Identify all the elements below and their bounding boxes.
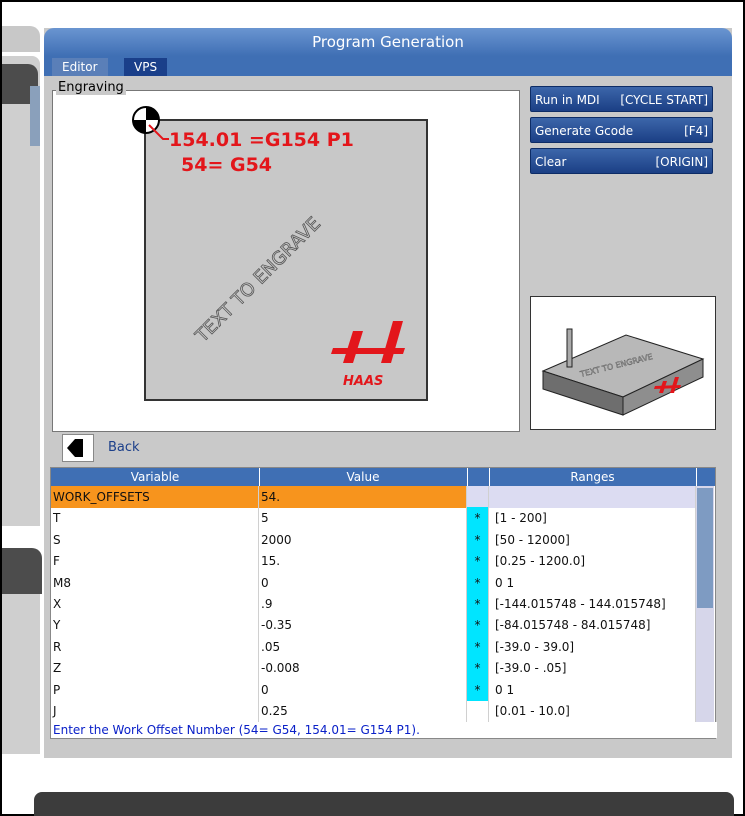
- table-row[interactable]: T 5 * [1 - 200]: [51, 507, 696, 530]
- window-title: Program Generation: [44, 28, 732, 56]
- left-window-panel-2: [2, 594, 40, 754]
- table-header: Variable Value Ranges: [51, 468, 715, 486]
- variable-cell[interactable]: P: [51, 678, 259, 701]
- left-window-scrollbar[interactable]: [30, 86, 40, 146]
- variable-cell[interactable]: J: [51, 700, 259, 722]
- required-flag-cell[interactable]: *: [467, 657, 489, 680]
- generate-gcode-key: [F4]: [684, 124, 708, 138]
- variable-cell[interactable]: F: [51, 550, 259, 573]
- clear-button[interactable]: Clear [ORIGIN]: [530, 148, 713, 174]
- range-cell[interactable]: [50 - 12000]: [489, 528, 696, 551]
- range-cell[interactable]: [-84.015748 - 84.015748]: [489, 614, 696, 637]
- generate-gcode-button[interactable]: Generate Gcode [F4]: [530, 117, 713, 143]
- range-cell[interactable]: 0 1: [489, 678, 696, 701]
- range-cell[interactable]: [489, 486, 696, 508]
- generate-gcode-label: Generate Gcode: [535, 124, 634, 138]
- variable-cell[interactable]: S: [51, 528, 259, 551]
- required-flag-cell[interactable]: *: [467, 507, 489, 530]
- table-row[interactable]: X .9 * [-144.015748 - 144.015748]: [51, 593, 696, 615]
- table-row[interactable]: WORK_OFFSETS 54.: [51, 486, 696, 508]
- variable-cell[interactable]: Z: [51, 657, 259, 680]
- range-cell[interactable]: 0 1: [489, 571, 696, 594]
- required-flag-cell[interactable]: [467, 700, 489, 722]
- engraving-canvas: 154.01 =G154 P1 54= G54 TEXT TO ENGRAVE …: [52, 90, 520, 432]
- variable-cell[interactable]: R: [51, 635, 259, 658]
- value-cell[interactable]: 5: [259, 507, 467, 530]
- tab-editor[interactable]: Editor: [52, 58, 108, 76]
- required-flag-cell[interactable]: *: [467, 635, 489, 658]
- preview-3d: TEXT TO ENGRAVE: [530, 296, 716, 430]
- table-row[interactable]: Y -0.35 * [-84.015748 - 84.015748]: [51, 614, 696, 637]
- left-window-header-2[interactable]: [2, 548, 42, 594]
- origin-marker-icon: [132, 106, 160, 134]
- value-cell[interactable]: 0: [259, 571, 467, 594]
- required-flag-cell[interactable]: *: [467, 528, 489, 551]
- range-cell[interactable]: [-39.0 - .05]: [489, 657, 696, 680]
- table-row[interactable]: F 15. * [0.25 - 1200.0]: [51, 550, 696, 573]
- variable-cell[interactable]: Y: [51, 614, 259, 637]
- value-cell[interactable]: 0: [259, 678, 467, 701]
- bottom-window-bar[interactable]: [34, 792, 734, 816]
- tool-icon: [566, 328, 573, 368]
- value-cell[interactable]: .05: [259, 635, 467, 658]
- table-row[interactable]: Z -0.008 * [-39.0 - .05]: [51, 657, 696, 680]
- header-ranges[interactable]: Ranges: [489, 468, 697, 486]
- required-flag-cell[interactable]: *: [467, 614, 489, 637]
- value-cell[interactable]: -0.008: [259, 657, 467, 680]
- variable-cell[interactable]: M8: [51, 571, 259, 594]
- run-in-mdi-key: [CYCLE START]: [620, 93, 708, 107]
- table-row[interactable]: J 0.25 [0.01 - 10.0]: [51, 700, 696, 722]
- range-cell[interactable]: [-144.015748 - 144.015748]: [489, 593, 696, 615]
- required-flag-cell[interactable]: [467, 486, 489, 508]
- table-row[interactable]: P 0 * 0 1: [51, 678, 696, 701]
- run-in-mdi-label: Run in MDI: [535, 93, 600, 107]
- value-cell[interactable]: .9: [259, 593, 467, 615]
- haas-logo-text: HAAS: [343, 374, 383, 389]
- value-cell[interactable]: 2000: [259, 528, 467, 551]
- back-label[interactable]: Back: [108, 440, 140, 455]
- engraving-drawing: 154.01 =G154 P1 54= G54 TEXT TO ENGRAVE …: [132, 106, 428, 401]
- clear-key: [ORIGIN]: [655, 155, 709, 169]
- tab-vps[interactable]: VPS: [124, 58, 168, 76]
- range-cell[interactable]: [-39.0 - 39.0]: [489, 635, 696, 658]
- left-window-tab[interactable]: [2, 26, 40, 52]
- required-flag-cell[interactable]: *: [467, 593, 489, 615]
- table-row[interactable]: M8 0 * 0 1: [51, 571, 696, 594]
- engraving-legend: Engraving: [56, 80, 126, 95]
- range-cell[interactable]: [1 - 200]: [489, 507, 696, 530]
- value-cell[interactable]: -0.35: [259, 614, 467, 637]
- variable-cell[interactable]: X: [51, 593, 259, 615]
- variables-table: Variable Value Ranges WORK_OFFSETS 54. T 5 *…: [50, 467, 717, 739]
- header-flag: [467, 468, 490, 486]
- header-value[interactable]: Value: [259, 468, 468, 486]
- range-cell[interactable]: [0.01 - 10.0]: [489, 700, 696, 722]
- range-cell[interactable]: [0.25 - 1200.0]: [489, 550, 696, 573]
- required-flag-cell[interactable]: *: [467, 550, 489, 573]
- variable-cell[interactable]: WORK_OFFSETS: [51, 486, 259, 508]
- value-cell[interactable]: 15.: [259, 550, 467, 573]
- required-flag-cell[interactable]: *: [467, 571, 489, 594]
- table-row[interactable]: R .05 * [-39.0 - 39.0]: [51, 635, 696, 658]
- table-scroll-thumb[interactable]: [697, 488, 713, 608]
- tab-bar: Editor VPS: [44, 56, 732, 76]
- back-arrow-icon: [67, 439, 83, 457]
- back-button[interactable]: [62, 434, 94, 462]
- table-row[interactable]: S 2000 * [50 - 12000]: [51, 528, 696, 551]
- clear-label: Clear: [535, 155, 567, 169]
- status-message: Enter the Work Offset Number (54= G54, 1…: [51, 722, 717, 738]
- value-cell[interactable]: 54.: [259, 486, 467, 508]
- value-cell[interactable]: 0.25: [259, 700, 467, 722]
- run-in-mdi-button[interactable]: Run in MDI [CYCLE START]: [530, 86, 713, 112]
- preview-drawing: TEXT TO ENGRAVE: [541, 328, 705, 416]
- offset-label-2: 54= G54: [181, 154, 272, 176]
- header-variable[interactable]: Variable: [51, 468, 260, 486]
- offset-label-1: 154.01 =G154 P1: [169, 129, 354, 151]
- variable-cell[interactable]: T: [51, 507, 259, 530]
- required-flag-cell[interactable]: *: [467, 678, 489, 701]
